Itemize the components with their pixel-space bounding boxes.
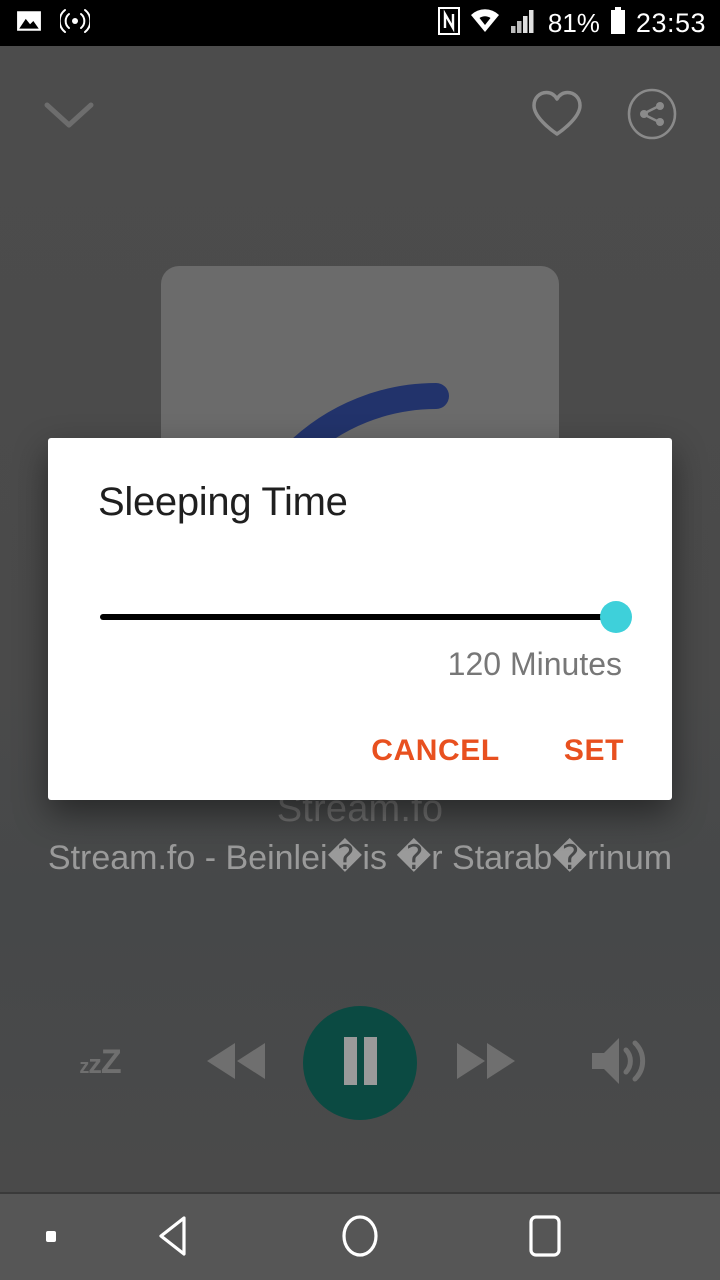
status-bar-clock: 23:53: [635, 7, 706, 38]
square-dot-icon: [44, 1228, 58, 1249]
set-button[interactable]: SET: [560, 724, 628, 778]
play-pause-button[interactable]: [303, 1006, 417, 1120]
fast-forward-button[interactable]: [444, 1025, 528, 1101]
status-bar-left: [16, 8, 92, 39]
nfc-icon: [437, 6, 460, 40]
cast-icon: [58, 8, 92, 39]
slider-track[interactable]: [100, 614, 613, 620]
slider-value-label: 120 Minutes: [447, 646, 622, 682]
dialog-title: Sleeping Time: [98, 480, 348, 524]
rewind-button[interactable]: [194, 1025, 278, 1101]
battery-icon: [610, 6, 626, 40]
status-bar-right: 81% 23:53: [437, 6, 706, 40]
heart-icon: [530, 89, 584, 144]
player-top-bar: [0, 74, 720, 164]
recents-square-icon: [523, 1212, 567, 1265]
phone-screen: 81% 23:53 Stream.fo Stream.fo - Beinlei�…: [0, 0, 720, 1280]
share-icon: [626, 88, 678, 145]
transport-controls: zzZ: [0, 1003, 720, 1123]
home-circle-icon: [337, 1211, 383, 1266]
volume-button[interactable]: [578, 1021, 662, 1105]
nav-recents-button[interactable]: [505, 1198, 585, 1278]
status-bar: 81% 23:53: [0, 0, 720, 46]
system-navigation-bar: [0, 1192, 720, 1280]
chevron-down-icon: [41, 95, 97, 140]
sleeping-time-dialog: Sleeping Time 120 Minutes CANCEL SET: [48, 438, 672, 800]
favorite-button[interactable]: [527, 86, 587, 146]
volume-icon: [588, 1032, 652, 1095]
sleep-timer-icon: zzZ: [79, 1043, 121, 1082]
nav-home-button[interactable]: [320, 1198, 400, 1278]
fast-forward-icon: [453, 1039, 519, 1088]
image-icon: [16, 8, 42, 39]
cancel-button[interactable]: CANCEL: [367, 724, 504, 778]
wifi-icon: [470, 8, 500, 39]
share-button[interactable]: [622, 86, 682, 146]
slider-thumb[interactable]: [600, 601, 632, 633]
dialog-actions: CANCEL SET: [367, 724, 628, 778]
track-subtitle: Stream.fo - Beinlei�is �r Starab�rinum: [47, 839, 673, 877]
rewind-icon: [203, 1039, 269, 1088]
signal-icon: [510, 8, 538, 39]
nav-dot-button[interactable]: [28, 1208, 74, 1268]
collapse-player-button[interactable]: [40, 88, 98, 146]
back-triangle-icon: [153, 1213, 197, 1264]
sleep-timer-button[interactable]: zzZ: [58, 1025, 142, 1101]
pause-icon: [338, 1035, 382, 1092]
nav-back-button[interactable]: [135, 1198, 215, 1278]
sleep-duration-slider[interactable]: [98, 594, 632, 640]
battery-percent-label: 81%: [547, 8, 600, 38]
